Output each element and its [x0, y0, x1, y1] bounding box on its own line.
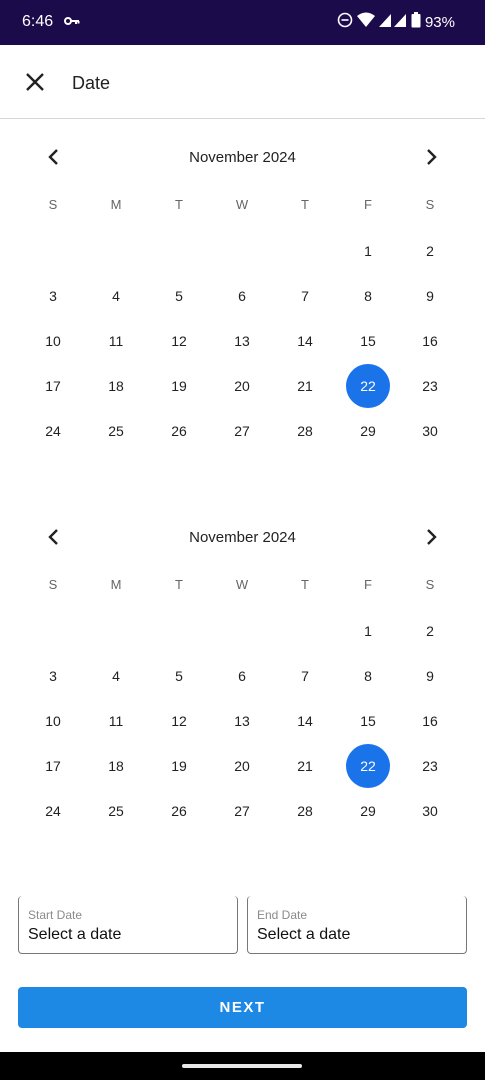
calendar-day[interactable]: 2 — [408, 609, 452, 653]
weekday-label: S — [48, 577, 58, 592]
calendar-day[interactable]: 12 — [157, 699, 201, 743]
end-date-value: Select a date — [257, 926, 351, 943]
wifi-icon — [356, 12, 375, 32]
weekday-label: S — [425, 197, 435, 212]
chevron-right-icon[interactable] — [419, 525, 443, 549]
next-button[interactable]: NEXT — [18, 987, 467, 1028]
calendar-day[interactable]: 14 — [283, 699, 327, 743]
calendar-day-selected[interactable]: 22 — [346, 744, 390, 788]
calendar-day[interactable]: 5 — [157, 274, 201, 318]
weekday-label: T — [175, 197, 183, 212]
chevron-right-icon[interactable] — [419, 145, 443, 169]
calendar-day[interactable]: 30 — [408, 789, 452, 833]
weekday-label: S — [425, 577, 435, 592]
calendar-month-label: November 2024 — [189, 149, 296, 166]
calendar-day[interactable]: 10 — [31, 319, 75, 363]
home-gesture-bar[interactable] — [182, 1064, 302, 1068]
calendar-day[interactable]: 29 — [346, 409, 390, 453]
calendar-month-label: November 2024 — [189, 529, 296, 546]
end-date-field[interactable]: End Date Select a date — [247, 896, 467, 954]
calendar-day[interactable]: 20 — [220, 364, 264, 408]
calendar-day[interactable]: 6 — [220, 274, 264, 318]
weekday-label: T — [301, 577, 309, 592]
calendar-day[interactable]: 13 — [220, 319, 264, 363]
calendar-day[interactable]: 17 — [31, 744, 75, 788]
calendar-day[interactable]: 1 — [346, 229, 390, 273]
calendar-day[interactable]: 28 — [283, 409, 327, 453]
calendar-day[interactable]: 4 — [94, 654, 138, 698]
calendar-day[interactable]: 4 — [94, 274, 138, 318]
weekday-label: T — [301, 197, 309, 212]
calendar-day[interactable]: 3 — [31, 274, 75, 318]
calendar-day[interactable]: 24 — [31, 789, 75, 833]
calendar-day[interactable]: 25 — [94, 789, 138, 833]
calendar-day[interactable]: 11 — [94, 699, 138, 743]
calendar-day[interactable]: 5 — [157, 654, 201, 698]
calendar-day[interactable]: 28 — [283, 789, 327, 833]
calendar-day[interactable]: 16 — [408, 319, 452, 363]
calendar-day[interactable]: 3 — [31, 654, 75, 698]
end-date-label: End Date — [257, 908, 308, 922]
calendar-day[interactable]: 14 — [283, 319, 327, 363]
weekday-label: F — [364, 197, 372, 212]
battery-icon — [411, 12, 421, 32]
calendar-day[interactable]: 18 — [94, 744, 138, 788]
calendar-day[interactable]: 20 — [220, 744, 264, 788]
weekday-label: W — [235, 577, 249, 592]
close-icon[interactable] — [24, 71, 46, 93]
battery-percent: 93% — [424, 13, 455, 31]
weekday-label: S — [48, 197, 58, 212]
weekday-label: T — [175, 577, 183, 592]
calendar-day[interactable]: 23 — [408, 744, 452, 788]
signal-icon — [378, 12, 407, 32]
weekday-label: F — [364, 577, 372, 592]
calendar-day[interactable]: 10 — [31, 699, 75, 743]
calendar-day[interactable]: 7 — [283, 274, 327, 318]
calendar-day[interactable]: 24 — [31, 409, 75, 453]
calendar-day[interactable]: 11 — [94, 319, 138, 363]
key-icon — [64, 14, 80, 33]
status-icons: 93% — [337, 12, 455, 32]
page-title: Date — [72, 73, 111, 93]
calendar-day[interactable]: 1 — [346, 609, 390, 653]
calendar-day-selected[interactable]: 22 — [346, 364, 390, 408]
calendar-day[interactable]: 25 — [94, 409, 138, 453]
calendar-day[interactable]: 27 — [220, 409, 264, 453]
calendar-day[interactable]: 19 — [157, 744, 201, 788]
calendar-day[interactable]: 23 — [408, 364, 452, 408]
status-bar: 6:46 93% — [0, 0, 485, 45]
calendar-day[interactable]: 9 — [408, 654, 452, 698]
calendar-day[interactable]: 7 — [283, 654, 327, 698]
calendar-day[interactable]: 29 — [346, 789, 390, 833]
calendar-day[interactable]: 16 — [408, 699, 452, 743]
calendar-day[interactable]: 19 — [157, 364, 201, 408]
calendar-day[interactable]: 8 — [346, 274, 390, 318]
status-time: 6:46 — [22, 13, 54, 30]
system-nav-bar — [0, 1052, 485, 1080]
calendar-day[interactable]: 21 — [283, 744, 327, 788]
weekday-label: M — [110, 577, 122, 592]
dnd-icon — [337, 12, 353, 32]
calendar-day[interactable]: 6 — [220, 654, 264, 698]
calendar-day[interactable]: 21 — [283, 364, 327, 408]
calendar-day[interactable]: 12 — [157, 319, 201, 363]
calendar-day[interactable]: 27 — [220, 789, 264, 833]
calendar-day[interactable]: 18 — [94, 364, 138, 408]
calendar-day[interactable]: 17 — [31, 364, 75, 408]
start-date-value: Select a date — [28, 926, 122, 943]
start-date-field[interactable]: Start Date Select a date — [18, 896, 238, 954]
calendar-day[interactable]: 26 — [157, 789, 201, 833]
calendar-day[interactable]: 8 — [346, 654, 390, 698]
calendar-day[interactable]: 13 — [220, 699, 264, 743]
calendar-day[interactable]: 15 — [346, 699, 390, 743]
weekday-label: M — [110, 197, 122, 212]
calendar-day[interactable]: 15 — [346, 319, 390, 363]
calendar-day[interactable]: 2 — [408, 229, 452, 273]
start-date-label: Start Date — [28, 908, 83, 922]
calendar-day[interactable]: 30 — [408, 409, 452, 453]
app-bar: Date — [0, 45, 485, 119]
calendar-day[interactable]: 26 — [157, 409, 201, 453]
weekday-label: W — [235, 197, 249, 212]
calendar-day[interactable]: 9 — [408, 274, 452, 318]
